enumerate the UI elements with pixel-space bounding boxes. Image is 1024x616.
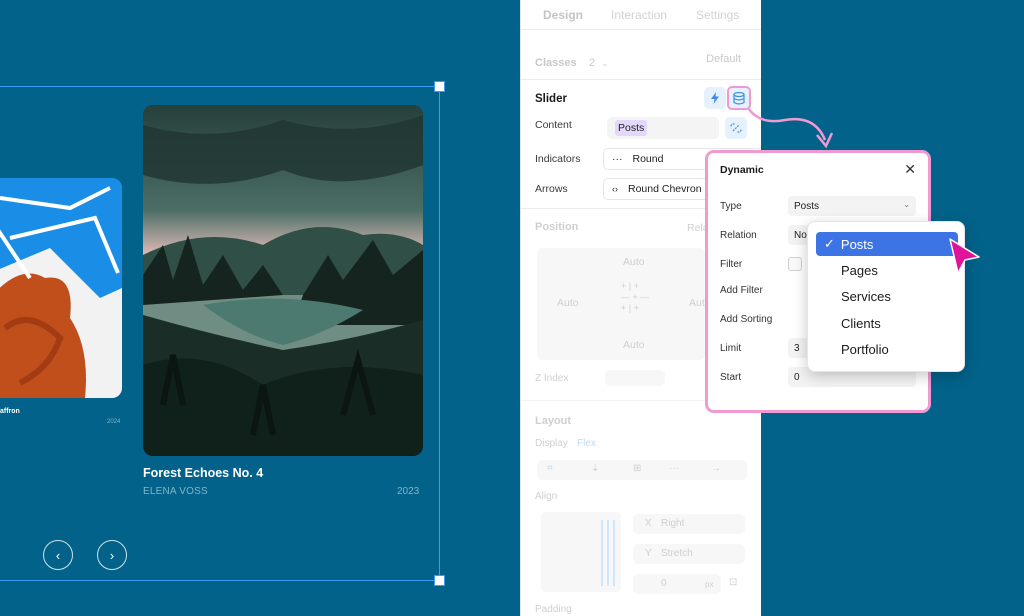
dropdown-item-label: Portfolio xyxy=(841,341,889,357)
slider-section-title: Slider xyxy=(535,93,567,105)
type-label: Type xyxy=(720,201,742,212)
x-value: Right xyxy=(661,518,685,529)
resize-handle-top-right[interactable] xyxy=(434,81,445,92)
dots-icon: ··· xyxy=(612,153,623,165)
add-filter-button[interactable]: Add Filter xyxy=(720,285,763,296)
align-bar-icon xyxy=(607,520,609,586)
filter-label: Filter xyxy=(720,259,743,270)
indicators-value: Round xyxy=(632,153,664,165)
chevron-right-icon: › xyxy=(109,547,115,563)
cursor-pointer-icon xyxy=(949,238,980,274)
lock-icon[interactable]: ⊡ xyxy=(729,577,737,588)
chevron-down-icon[interactable]: ⌄ xyxy=(602,59,609,68)
artwork-title: Forest Echoes No. 4 xyxy=(143,466,264,480)
filter-checkbox[interactable] xyxy=(788,257,802,271)
dropdown-item-posts[interactable]: ✓ Posts xyxy=(816,232,958,256)
tab-design[interactable]: Design xyxy=(543,8,583,22)
position-label: Position xyxy=(535,221,579,233)
content-chip: Posts xyxy=(615,120,648,136)
dropdown-item-clients[interactable]: Clients xyxy=(816,311,958,335)
abstract-painting-image xyxy=(0,178,122,398)
align-bar-icon xyxy=(613,520,615,586)
align-bar-icon xyxy=(601,520,603,586)
start-label: Start xyxy=(720,372,742,383)
classes-default-select[interactable]: Default xyxy=(706,53,741,65)
dropdown-item-label: Pages xyxy=(841,262,878,278)
gap-value: 0 xyxy=(661,578,667,589)
arrows-horizontal-icon: ‹› xyxy=(612,184,618,194)
close-icon[interactable]: ✕ xyxy=(904,161,916,178)
x-label: X xyxy=(645,518,652,529)
chevron-left-icon: ‹ xyxy=(55,547,61,563)
checkmark-icon: ✓ xyxy=(824,236,835,251)
dropdown-item-label: Clients xyxy=(841,315,881,331)
relation-label: Relation xyxy=(720,230,757,241)
type-select[interactable]: Posts ⌄ xyxy=(788,196,916,216)
classes-label: Classes xyxy=(535,57,577,69)
position-top-value[interactable]: Auto xyxy=(623,256,645,268)
artwork-artist: ELENA VOSS xyxy=(143,486,208,497)
dropdown-item-services[interactable]: Services xyxy=(816,284,958,308)
dropdown-item-portfolio[interactable]: Portfolio xyxy=(816,337,958,361)
slider-next-button[interactable]: › xyxy=(97,540,127,570)
layout-grid-icon[interactable]: ⊞ xyxy=(633,463,641,474)
start-value: 0 xyxy=(794,371,800,383)
display-value[interactable]: Flex xyxy=(577,438,596,449)
z-index-label: Z Index xyxy=(535,373,569,384)
position-cross-icon: + | + — + — + | + xyxy=(621,281,650,313)
tab-interaction[interactable]: Interaction xyxy=(611,8,667,22)
position-bottom-value[interactable]: Auto xyxy=(623,339,645,351)
gap-unit: px xyxy=(705,580,714,589)
connector-arrow-icon xyxy=(746,107,834,149)
content-field[interactable]: Posts xyxy=(607,117,719,139)
dropdown-item-label: Services xyxy=(841,288,891,304)
position-left-value[interactable]: Auto xyxy=(557,297,579,309)
resize-handle-bottom-right[interactable] xyxy=(434,575,445,586)
arrows-label: Arrows xyxy=(535,183,568,195)
add-sorting-button[interactable]: Add Sorting xyxy=(720,314,772,325)
lightning-icon xyxy=(711,92,719,104)
lightning-button[interactable] xyxy=(704,87,726,109)
slide-previous-year: 2024 xyxy=(107,419,121,425)
divider xyxy=(521,79,761,80)
indicators-label: Indicators xyxy=(535,153,581,165)
arrow-right-icon[interactable]: → xyxy=(711,463,721,474)
padding-label: Padding xyxy=(535,604,572,615)
panel-tabs: Design Interaction Settings xyxy=(521,0,761,30)
slide-card-previous[interactable] xyxy=(0,178,122,398)
align-label: Align xyxy=(535,491,558,502)
slide-card-current[interactable] xyxy=(143,105,423,456)
classes-row: Classes 2 ⌄ Default xyxy=(535,53,747,69)
slide-previous-caption: affron xyxy=(0,408,20,415)
more-icon[interactable]: ··· xyxy=(669,463,679,474)
layout-column-icon[interactable]: ⇣ xyxy=(591,463,599,474)
type-dropdown-menu: ✓ Posts Pages Services Clients Portfolio xyxy=(807,221,965,372)
forest-painting-image xyxy=(143,105,423,456)
align-grid[interactable] xyxy=(541,512,621,592)
position-right-value[interactable]: Aut xyxy=(689,297,705,309)
layout-row-icon[interactable]: ⌗ xyxy=(547,463,553,474)
artwork-year: 2023 xyxy=(397,486,420,497)
chevron-down-icon: ⌄ xyxy=(903,200,910,209)
dynamic-title: Dynamic xyxy=(720,164,764,176)
content-label: Content xyxy=(535,119,572,131)
display-label: Display xyxy=(535,438,568,449)
tab-settings[interactable]: Settings xyxy=(696,8,739,22)
layout-label: Layout xyxy=(535,415,572,427)
arrows-value: Round Chevron xyxy=(628,183,702,195)
classes-count: 2 xyxy=(589,57,596,69)
y-value: Stretch xyxy=(661,548,693,559)
limit-value: 3 xyxy=(794,342,800,354)
dropdown-item-label: Posts xyxy=(840,236,874,252)
slider-prev-button[interactable]: ‹ xyxy=(43,540,73,570)
relation-value: No xyxy=(794,229,807,241)
dropdown-item-pages[interactable]: Pages xyxy=(816,258,958,282)
y-label: Y xyxy=(645,548,652,559)
z-index-input[interactable] xyxy=(605,370,665,386)
limit-label: Limit xyxy=(720,343,742,354)
type-value: Posts xyxy=(794,200,820,212)
